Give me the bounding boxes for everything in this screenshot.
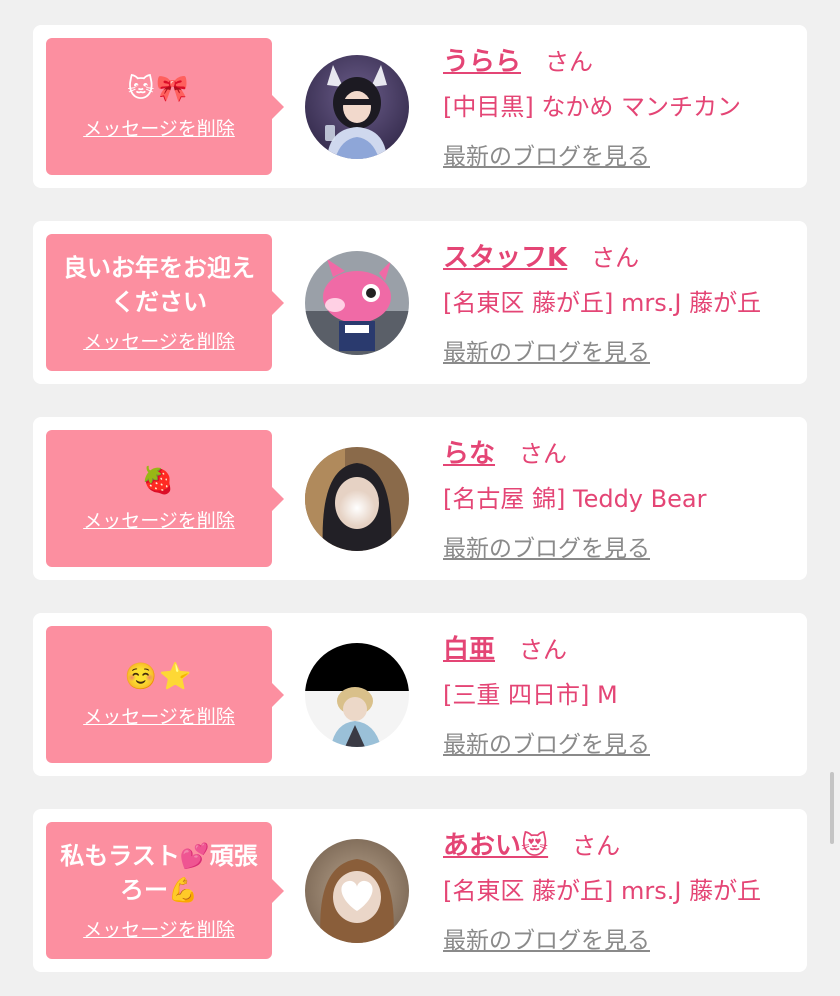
sender-name-link[interactable]: 白亜 <box>443 629 495 666</box>
delete-message-link[interactable]: メッセージを削除 <box>83 327 235 354</box>
honorific: さん <box>519 439 568 468</box>
shop-location: [中目黒] なかめ マンチカン <box>443 93 741 121</box>
sender-name-link[interactable]: あおい😻 <box>443 825 548 862</box>
delete-message-link[interactable]: メッセージを削除 <box>83 915 235 942</box>
sender-info: 白亜 さん [三重 四日市] M 最新のブログを見る <box>443 627 803 759</box>
latest-blog-link[interactable]: 最新のブログを見る <box>443 725 650 759</box>
latest-blog-link[interactable]: 最新のブログを見る <box>443 529 650 563</box>
sender-info: らな さん [名古屋 錦] Teddy Bear 最新のブログを見る <box>443 431 803 563</box>
message-text: ☺️⭐ <box>124 662 194 692</box>
shop-location: [名東区 藤が丘] mrs.J 藤が丘 <box>443 289 762 317</box>
shop-location: [三重 四日市] M <box>443 681 618 709</box>
avatar-photo <box>305 447 409 551</box>
delete-message-link[interactable]: メッセージを削除 <box>83 506 235 533</box>
avatar-photo <box>305 839 409 943</box>
message-text: 良いお年をお迎え ください <box>63 254 255 316</box>
sender-info: うらら さん [中目黒] なかめ マンチカン 最新のブログを見る <box>443 39 803 171</box>
shop-location: [名古屋 錦] Teddy Bear <box>443 485 707 513</box>
sender-info: スタッフK さん [名東区 藤が丘] mrs.J 藤が丘 最新のブログを見る <box>443 235 803 367</box>
avatar-photo <box>305 55 409 159</box>
message-card: 良いお年をお迎え ください メッセージを削除 スタッフK さん [名東区 藤が丘… <box>33 221 807 384</box>
message-bubble: 🍓 メッセージを削除 <box>46 430 272 567</box>
avatar[interactable] <box>305 55 409 159</box>
message-card: 私もラスト💕頑張 ろー💪 メッセージを削除 あおい😻 さん [名東区 藤が丘] … <box>33 809 807 972</box>
honorific: さん <box>545 47 594 76</box>
delete-message-link[interactable]: メッセージを削除 <box>83 702 235 729</box>
latest-blog-link[interactable]: 最新のブログを見る <box>443 333 650 367</box>
honorific: さん <box>572 831 621 860</box>
latest-blog-link[interactable]: 最新のブログを見る <box>443 137 650 171</box>
message-list: 🐱🎀 メッセージを削除 うらら さん [中目黒] なかめ マンチカン 最新のブロ… <box>33 25 807 996</box>
message-bubble: 良いお年をお迎え ください メッセージを削除 <box>46 234 272 371</box>
avatar[interactable] <box>305 447 409 551</box>
sender-name-link[interactable]: スタッフK <box>443 237 567 274</box>
avatar-photo <box>305 643 409 747</box>
message-bubble: 私もラスト💕頑張 ろー💪 メッセージを削除 <box>46 822 272 959</box>
avatar-photo <box>305 251 409 355</box>
sender-info: あおい😻 さん [名東区 藤が丘] mrs.J 藤が丘 最新のブログを見る <box>443 823 803 955</box>
message-bubble: 🐱🎀 メッセージを削除 <box>46 38 272 175</box>
avatar[interactable] <box>305 839 409 943</box>
delete-message-link[interactable]: メッセージを削除 <box>83 114 235 141</box>
message-text: 🍓 <box>141 466 177 496</box>
latest-blog-link[interactable]: 最新のブログを見る <box>443 921 650 955</box>
message-card: 🍓 メッセージを削除 らな さん [名古屋 錦] Teddy Bear 最新のブ… <box>33 417 807 580</box>
scrollbar[interactable] <box>830 772 834 844</box>
avatar[interactable] <box>305 643 409 747</box>
message-text: 私もラスト💕頑張 ろー💪 <box>60 842 258 904</box>
message-bubble: ☺️⭐ メッセージを削除 <box>46 626 272 763</box>
shop-location: [名東区 藤が丘] mrs.J 藤が丘 <box>443 877 762 905</box>
sender-name-link[interactable]: うらら <box>443 41 521 78</box>
honorific: さん <box>519 635 568 664</box>
message-text: 🐱🎀 <box>127 74 191 104</box>
honorific: さん <box>591 243 640 272</box>
avatar[interactable] <box>305 251 409 355</box>
message-card: 🐱🎀 メッセージを削除 うらら さん [中目黒] なかめ マンチカン 最新のブロ… <box>33 25 807 188</box>
sender-name-link[interactable]: らな <box>443 433 495 470</box>
message-card: ☺️⭐ メッセージを削除 白亜 さん [三重 四日市] M 最新のブログを見る <box>33 613 807 776</box>
